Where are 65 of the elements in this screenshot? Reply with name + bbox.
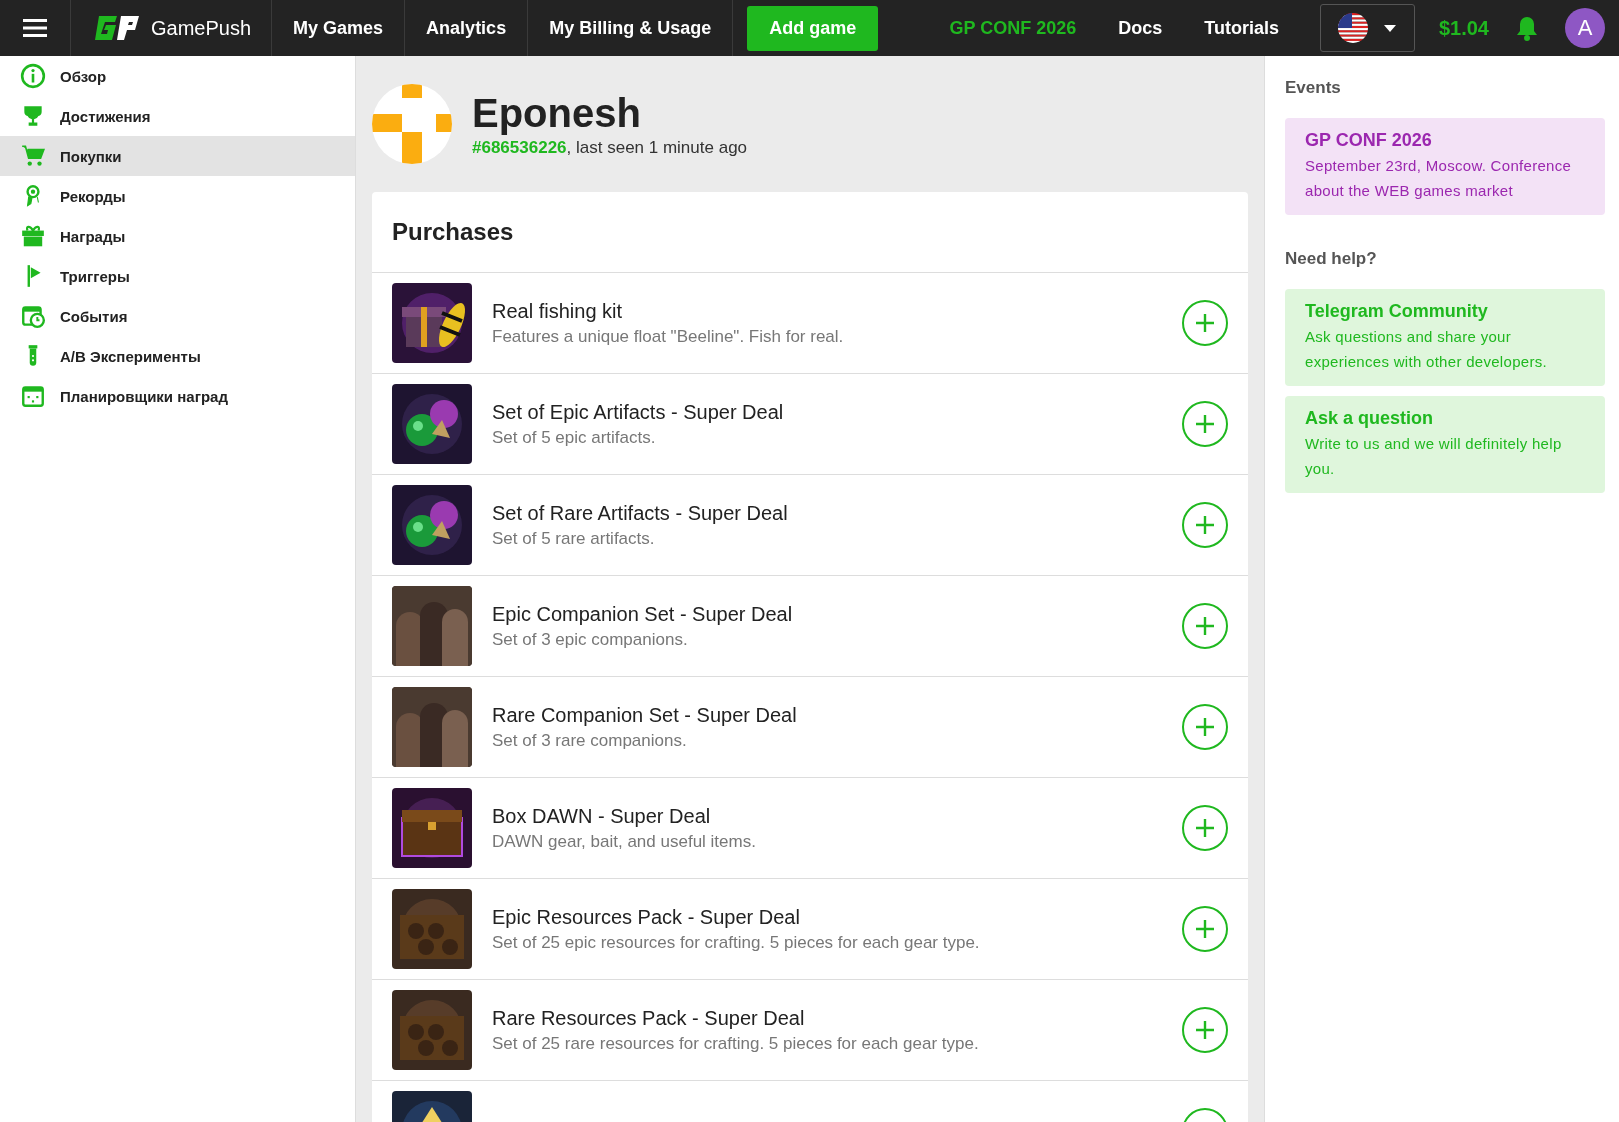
purchase-description: Set of 5 rare artifacts. — [492, 528, 656, 549]
nav-link[interactable]: Docs — [1097, 17, 1184, 39]
add-button[interactable] — [1182, 502, 1228, 548]
flag-icon — [1338, 13, 1369, 43]
nav-link[interactable]: My Games — [272, 17, 405, 39]
info-icon — [20, 63, 46, 89]
add-button[interactable] — [1182, 906, 1228, 952]
caret-icon — [1384, 24, 1397, 32]
add-button[interactable] — [1182, 704, 1228, 750]
card-title: Purchases — [372, 192, 1248, 273]
purchase-description: Set of 5 epic artifacts. — [492, 427, 657, 448]
add-button[interactable] — [1182, 401, 1228, 447]
purchase-title: Real fishing kit — [492, 299, 624, 323]
balance: $1.04 — [1438, 16, 1489, 40]
sidebar-item[interactable]: Триггеры — [0, 256, 355, 296]
gift-icon — [20, 223, 46, 249]
add-button[interactable] — [1182, 1007, 1228, 1053]
sidebar-item[interactable]: Достижения — [0, 96, 355, 136]
sidebar-item[interactable]: Планировщики наград — [0, 376, 355, 416]
nav-link[interactable]: My Billing & Usage — [528, 17, 733, 39]
plus-icon — [1195, 414, 1215, 434]
plus-icon — [1195, 515, 1215, 535]
plus-icon — [1195, 616, 1215, 636]
section-title: Need help? — [1285, 249, 1378, 269]
nav-link[interactable]: Tutorials — [1183, 17, 1300, 39]
purchase-title: Box DAWN - Super Deal — [492, 804, 712, 828]
language-select[interactable] — [1319, 4, 1415, 52]
add-button[interactable] — [1182, 603, 1228, 649]
purchase-description: Set of 3 epic companions. — [492, 629, 689, 650]
calendar-icon — [20, 383, 46, 409]
purchase-description: Features a unique float "Beeline". Fish for real. — [492, 326, 845, 347]
purchase-description: DAWN gear, bait, and useful items. — [492, 831, 757, 852]
purchase-description: Set of 3 rare companions. — [492, 730, 688, 751]
purchase-title: Epic Companion Set - Super Deal — [492, 602, 794, 626]
plus-icon — [1195, 818, 1215, 838]
purchase-title: Rare Resources Pack - Super Deal — [492, 1006, 806, 1030]
player-name: Eponesh — [472, 90, 642, 136]
cart-icon — [20, 143, 46, 169]
event-card[interactable]: GP CONF 2026 September 23rd, Moscow. Conference about the WEB games market — [1285, 118, 1605, 215]
player-status: #686536226, last seen 1 minute ago — [472, 137, 748, 158]
plus-icon — [1195, 313, 1215, 333]
purchase-description: Set of 25 epic resources for crafting. 5 pieces for each gear type. — [492, 932, 981, 953]
purchase-title: Rare Companion Set - Super Deal — [492, 703, 798, 727]
brand-name: GamePush — [151, 16, 252, 40]
nav-link[interactable]: Analytics — [405, 17, 528, 39]
plus-icon — [1195, 717, 1215, 737]
sidebar-item[interactable]: Рекорды — [0, 176, 355, 216]
sidebar-item[interactable]: A/B Эксперименты — [0, 336, 355, 376]
calendar-clock-icon — [20, 303, 46, 329]
add-button[interactable] — [1182, 805, 1228, 851]
bell-icon[interactable] — [1515, 15, 1539, 41]
user-avatar[interactable]: A — [1565, 8, 1605, 48]
purchase-title: Epic Resources Pack - Super Deal — [492, 905, 801, 929]
sidebar-item[interactable]: Обзор — [0, 56, 355, 96]
purchase-title: Set of Epic Artifacts - Super Deal — [492, 400, 785, 424]
add-button[interactable] — [1182, 300, 1228, 346]
sidebar-item[interactable]: Награды — [0, 216, 355, 256]
purchase-description: Set of 25 rare resources for crafting. 5 pieces for each gear type. — [492, 1033, 980, 1054]
plus-icon — [1195, 919, 1215, 939]
sidebar-item[interactable]: События — [0, 296, 355, 336]
section-title: Events — [1285, 78, 1342, 98]
conference-link[interactable]: GP CONF 2026 — [928, 17, 1098, 39]
purchase-title: Set of Rare Artifacts - Super Deal — [492, 501, 789, 525]
sidebar-item[interactable]: Покупки — [0, 136, 355, 176]
plus-icon — [1195, 1020, 1215, 1040]
